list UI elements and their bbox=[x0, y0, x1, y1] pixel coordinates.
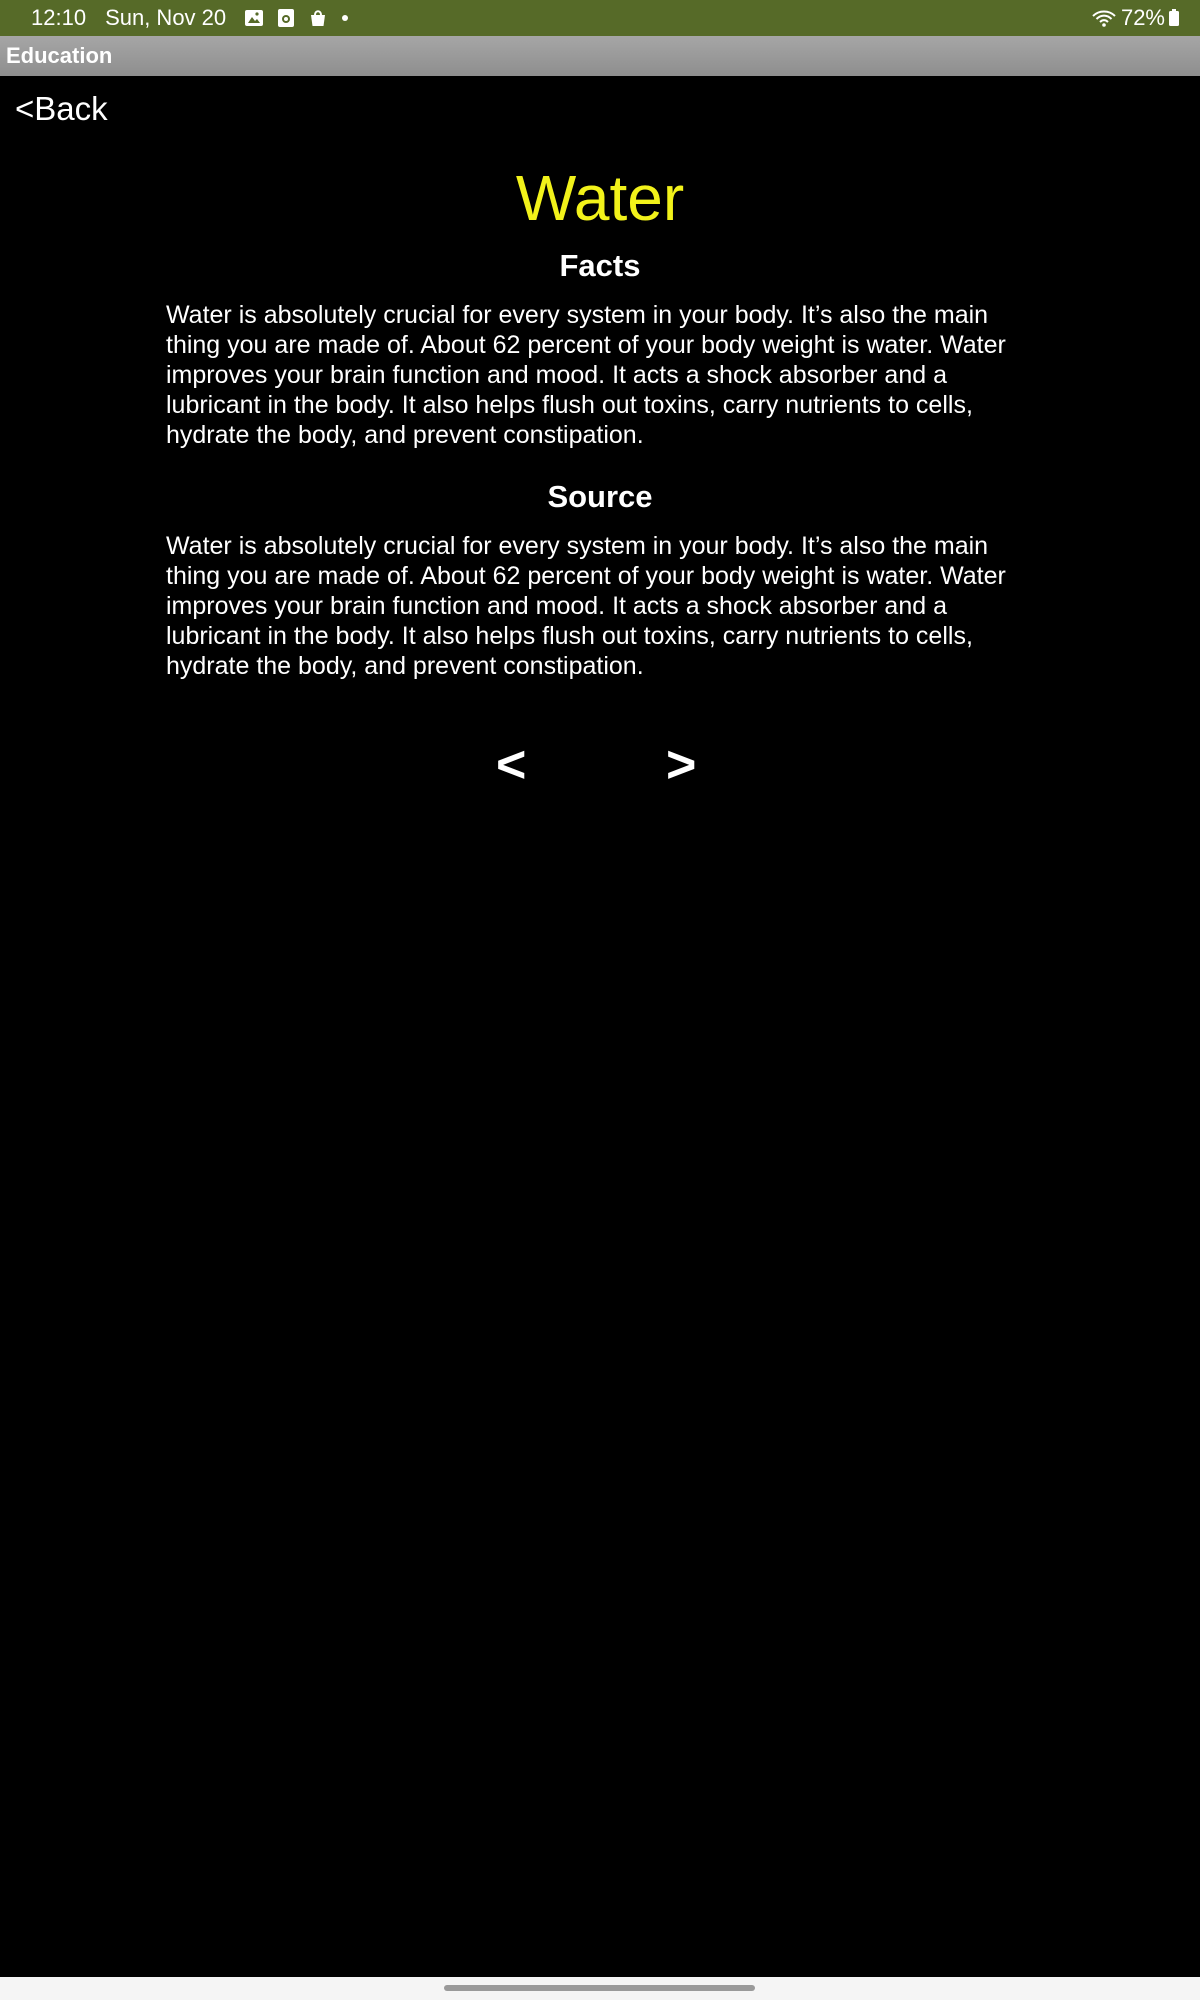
source-text: Water is absolutely crucial for every sy… bbox=[166, 532, 1006, 680]
app-title: Education bbox=[6, 43, 113, 68]
page-title: Water bbox=[515, 162, 685, 234]
next-button[interactable]: > bbox=[666, 735, 696, 795]
status-date: Sun, Nov 20 bbox=[105, 5, 227, 30]
source-heading: Source bbox=[547, 479, 653, 514]
shopping-bag-icon bbox=[308, 8, 328, 28]
status-right: 72% bbox=[1091, 5, 1180, 31]
status-left: 12:10 Sun, Nov 20 bbox=[31, 5, 349, 31]
wifi-icon bbox=[1091, 8, 1117, 28]
navigation-bar bbox=[0, 1977, 1200, 2000]
content: Water Facts Water is absolutely crucial … bbox=[166, 150, 1034, 681]
status-time: 12:10 bbox=[31, 5, 87, 30]
app-bar: Education bbox=[0, 36, 1200, 76]
status-bar: 12:10 Sun, Nov 20 72% bbox=[0, 0, 1200, 36]
more-notifications-dot bbox=[342, 15, 349, 21]
home-gesture-handle[interactable] bbox=[444, 1985, 755, 1991]
facts-text: Water is absolutely crucial for every sy… bbox=[166, 301, 1006, 449]
gallery-icon bbox=[244, 8, 264, 28]
battery-icon bbox=[1168, 8, 1180, 28]
battery-percent: 72% bbox=[1120, 5, 1165, 30]
previous-button[interactable]: < bbox=[496, 735, 526, 795]
back-button[interactable]: <Back bbox=[15, 90, 108, 128]
camera-icon bbox=[276, 8, 296, 28]
facts-heading: Facts bbox=[559, 248, 641, 283]
pager: < > bbox=[0, 735, 1200, 795]
